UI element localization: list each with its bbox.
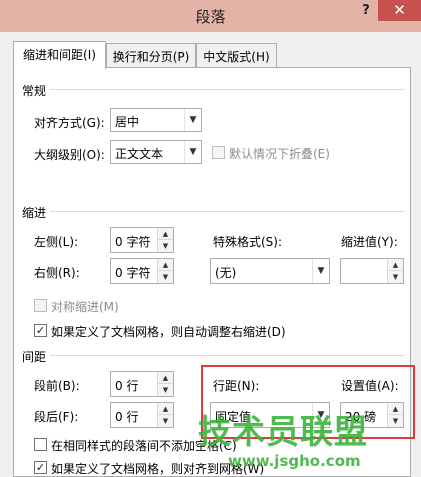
right-indent-value: 0 字符 xyxy=(115,266,151,280)
snap-to-grid-checkbox[interactable]: ✓ xyxy=(34,461,47,474)
no-space-same-style-checkbox[interactable] xyxy=(34,438,47,451)
space-after-value: 0 行 xyxy=(115,410,139,424)
no-space-same-style-label: 在相同样式的段落间不添加空格(C) xyxy=(51,439,237,453)
left-indent-label: 左侧(L): xyxy=(34,235,79,249)
space-after-label: 段后(F): xyxy=(34,410,79,424)
collapse-checkbox[interactable] xyxy=(212,146,225,159)
left-indent-spinner[interactable]: 0 字符 ▲ ▼ xyxy=(110,227,174,253)
spin-down-icon[interactable]: ▼ xyxy=(158,240,173,252)
help-button[interactable]: ? xyxy=(358,2,374,20)
space-before-label: 段前(B): xyxy=(34,379,80,393)
spacing-section-label: 间距 xyxy=(22,348,51,365)
close-button[interactable]: ✕ xyxy=(378,0,421,21)
tab-asian-typography[interactable]: 中文版式(H) xyxy=(196,43,277,67)
indent-separator xyxy=(22,211,405,212)
snap-to-grid-label: 如果定义了文档网格，则对齐到网格(W) xyxy=(51,462,265,476)
chevron-down-icon: ▼ xyxy=(184,141,201,163)
general-separator xyxy=(22,89,405,90)
spin-up-icon[interactable]: ▲ xyxy=(158,403,173,415)
indent-by-label: 缩进值(Y): xyxy=(341,235,398,249)
right-indent-label: 右侧(R): xyxy=(34,266,80,280)
collapse-label: 默认情况下折叠(E) xyxy=(229,147,330,161)
tab-indents-spacing[interactable]: 缩进和间距(I) xyxy=(13,41,106,69)
tab-line-page-breaks[interactable]: 换行和分页(P) xyxy=(106,43,196,67)
highlight-box xyxy=(201,365,415,439)
special-indent-label: 特殊格式(S): xyxy=(213,235,283,249)
auto-adjust-label: 如果定义了文档网格，则自动调整右缩进(D) xyxy=(51,325,286,339)
chevron-down-icon: ▼ xyxy=(184,109,201,131)
space-before-value: 0 行 xyxy=(115,379,139,393)
general-section-label: 常规 xyxy=(22,82,51,99)
spin-up-icon[interactable]: ▲ xyxy=(158,372,173,384)
alignment-select[interactable]: 居中 ▼ xyxy=(110,108,202,132)
mirror-indents-checkbox[interactable] xyxy=(34,299,47,312)
mirror-indents-label: 对称缩进(M) xyxy=(51,300,119,314)
space-after-spinner[interactable]: 0 行 ▲ ▼ xyxy=(110,402,174,428)
space-before-spinner[interactable]: 0 行 ▲ ▼ xyxy=(110,371,174,397)
spin-down-icon[interactable]: ▼ xyxy=(158,415,173,427)
spin-up-icon[interactable]: ▲ xyxy=(388,259,403,271)
left-indent-value: 0 字符 xyxy=(115,235,151,249)
spin-up-icon[interactable]: ▲ xyxy=(158,228,173,240)
outline-level-select[interactable]: 正文文本 ▼ xyxy=(110,140,202,164)
spacing-separator xyxy=(22,355,405,356)
chevron-down-icon: ▼ xyxy=(312,259,329,283)
alignment-value: 居中 xyxy=(115,115,140,129)
auto-adjust-checkbox[interactable]: ✓ xyxy=(34,324,47,337)
indent-section-label: 缩进 xyxy=(22,204,51,221)
spin-down-icon[interactable]: ▼ xyxy=(158,271,173,283)
alignment-label: 对齐方式(G): xyxy=(34,116,105,130)
special-indent-select[interactable]: (无) ▼ xyxy=(210,258,330,284)
right-indent-spinner[interactable]: 0 字符 ▲ ▼ xyxy=(110,258,174,284)
indent-by-spinner[interactable]: ▲ ▼ xyxy=(340,258,404,284)
spin-down-icon[interactable]: ▼ xyxy=(388,271,403,283)
spin-up-icon[interactable]: ▲ xyxy=(158,259,173,271)
special-indent-value: (无) xyxy=(215,266,237,280)
outline-level-value: 正文文本 xyxy=(115,147,164,161)
outline-level-label: 大纲级别(O): xyxy=(34,148,105,162)
spin-down-icon[interactable]: ▼ xyxy=(158,384,173,396)
